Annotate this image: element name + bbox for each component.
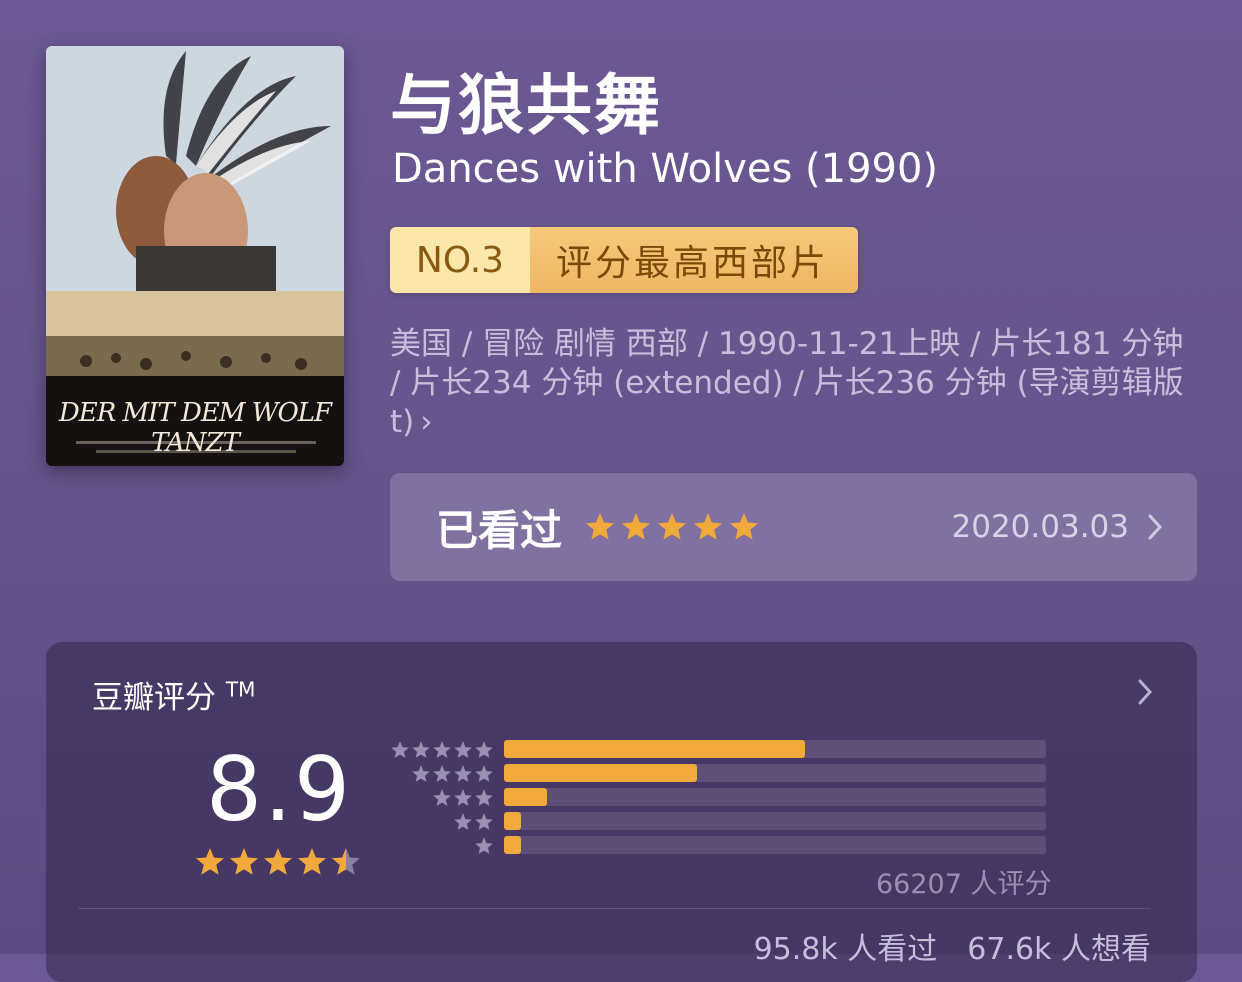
star-icon [391,741,409,758]
rating-bar-fill [504,812,522,830]
chevron-right-icon [1148,514,1163,540]
rating-bar-row [382,836,1052,856]
star-icon [433,741,451,758]
watched-status-card[interactable]: 已看过 2020.03.03 [390,473,1197,581]
star-icon [694,513,723,540]
rank-badge[interactable]: NO.3 评分最高西部片 [390,227,858,293]
rating-bar-row [382,740,1052,760]
rank-label: 评分最高西部片 [530,227,858,293]
watched-date: 2020.03.03 [951,509,1130,545]
star-icon [475,741,493,758]
want-count[interactable]: 67.6k 人想看 [967,924,1151,968]
rating-bar-fill [504,740,805,758]
movie-title-en: Dances with Wolves (1990) [392,146,939,192]
watched-count[interactable]: 95.8k 人看过 [754,924,938,968]
rating-score: 8.9 [206,738,352,841]
user-rating-stars [584,511,760,543]
star-icon [475,789,493,806]
rating-total: 66207 人评分 [876,869,1052,900]
star-icon [475,813,493,830]
chevron-right-icon[interactable] [1137,678,1153,706]
star-icon [230,848,258,875]
rating-bar-track [504,812,1046,830]
rating-bar-row [382,788,1052,808]
rating-bar-fill [504,788,548,806]
star-icon [332,848,360,875]
bar-star-label [474,836,494,856]
rating-bar-track [504,764,1046,782]
movie-meta-text: 美国 / 冒险 剧情 西部 / 1990-11-21上映 / 片长181 分钟 … [390,326,1184,440]
rating-bar-track [504,836,1046,854]
movie-poster[interactable]: DER MIT DEM WOLF TANZT [46,46,344,466]
chevron-right-icon: › [420,404,433,440]
star-icon [475,837,493,854]
star-icon [622,513,651,540]
bar-star-label [390,740,494,760]
trademark-mark: TM [225,677,256,702]
movie-meta[interactable]: 美国 / 冒险 剧情 西部 / 1990-11-21上映 / 片长181 分钟 … [390,325,1200,442]
rank-number: NO.3 [390,227,530,293]
star-icon [454,765,472,782]
star-icon [454,789,472,806]
star-icon [298,848,326,875]
rating-title: 豆瓣评分 TM [92,672,255,717]
star-icon [454,741,472,758]
watched-label: 已看过 [436,505,563,555]
poster-caption: DER MIT DEM WOLF TANZT [58,398,332,458]
rating-bar-fill [504,764,698,782]
star-icon [433,789,451,806]
bar-star-label [453,812,494,832]
audience-counts: 95.8k 人看过 67.6k 人想看 [754,924,1151,968]
movie-title-cn: 与狼共舞 [390,67,662,144]
divider [78,908,1151,909]
star-icon [412,765,430,782]
star-icon [454,813,472,830]
rating-score-stars [194,846,362,878]
star-icon [433,765,451,782]
star-icon [586,513,615,540]
star-icon [730,513,759,540]
star-icon [264,848,292,875]
bar-star-label [432,788,494,808]
douban-rating-card[interactable]: 豆瓣评分 TM 8.9 66207 人评分 95.8k 人看过 67.6k 人想… [46,642,1197,982]
star-icon [412,741,430,758]
rating-bar-track [504,788,1046,806]
star-icon [475,765,493,782]
rating-bar-track [504,740,1046,758]
rating-bar-row [382,764,1052,784]
star-icon [196,848,224,875]
bar-star-label [411,764,494,784]
rating-bar-fill [504,836,522,854]
star-icon [658,513,687,540]
rating-bar-row [382,812,1052,832]
rating-title-text: 豆瓣评分 [92,680,216,716]
